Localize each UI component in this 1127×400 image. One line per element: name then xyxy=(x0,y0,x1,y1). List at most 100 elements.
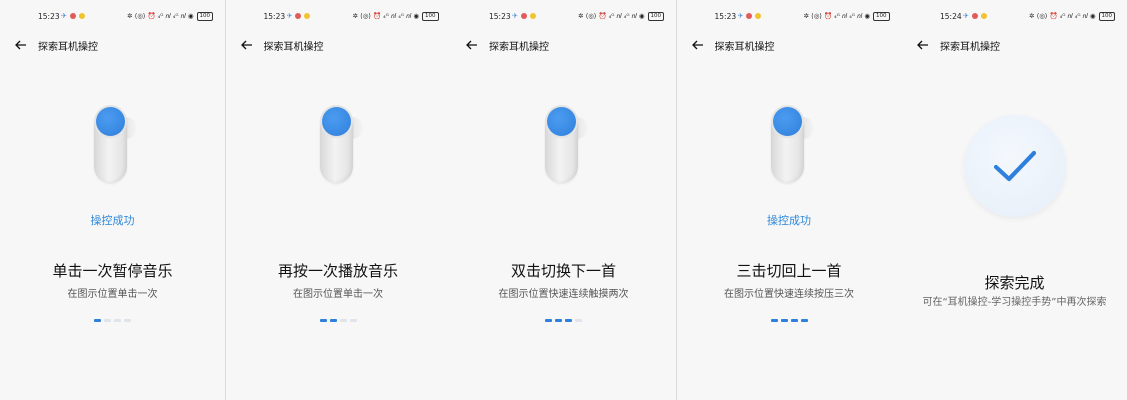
progress-step xyxy=(339,319,347,322)
page-title: 探索耳机操控 xyxy=(38,41,98,53)
back-button[interactable] xyxy=(689,36,707,54)
notification-dot-icon xyxy=(304,13,311,19)
notification-icons: ✈ xyxy=(287,12,311,20)
notification-dot-icon xyxy=(295,13,302,19)
progress-step xyxy=(349,319,357,322)
earbud-illustration xyxy=(88,103,140,183)
page-title: 探索耳机操控 xyxy=(714,41,775,53)
notification-dot-icon xyxy=(69,13,76,19)
page-title: 探索耳机操控 xyxy=(489,41,549,53)
screen-3: 15:23 ✈ ✲ ⟨◎⟩ ⏰ ₄ᴳ 𝑛𝑙 ₄ᴳ 𝑛𝑙 ◉ 100 探索耳机操控… xyxy=(451,0,676,400)
status-bar: 15:24 ✈ ✲ ⟨◎⟩ ⏰ ₄ᴳ 𝑛𝑙 ₄ᴳ 𝑛𝑙 ◉ 100 xyxy=(902,11,1127,23)
flight-icon: ✈ xyxy=(286,12,293,20)
notification-dot-icon xyxy=(980,13,987,19)
instruction-title: 双击切换下一首 xyxy=(510,262,616,280)
notification-icons: ✈ xyxy=(512,12,536,20)
touch-area-indicator[interactable] xyxy=(321,107,351,136)
progress-step xyxy=(575,319,582,322)
status-bar: 15:23 ✈ ✲ ⟨◎⟩ ⏰ ₄ᴳ 𝑛𝑙 ₄ᴳ 𝑛𝑙 ◉ 100 xyxy=(677,11,902,23)
header: 探索耳机操控 xyxy=(12,36,98,54)
flight-icon: ✈ xyxy=(963,12,969,20)
instruction-title: 三击切回上一首 xyxy=(736,262,842,280)
battery-icon: 100 xyxy=(196,12,213,21)
notification-dot-icon xyxy=(78,13,85,19)
notification-dot-icon xyxy=(755,13,762,19)
page-title: 探索耳机操控 xyxy=(263,41,324,53)
progress-step xyxy=(319,319,327,322)
back-button[interactable] xyxy=(914,36,932,54)
notification-dot-icon xyxy=(746,13,753,19)
progress-step xyxy=(329,319,337,322)
battery-icon: 100 xyxy=(647,12,664,21)
progress-indicator xyxy=(677,319,902,322)
back-arrow-icon xyxy=(466,40,477,50)
back-button[interactable] xyxy=(463,36,481,54)
progress-step xyxy=(770,319,778,322)
back-arrow-icon xyxy=(15,40,26,50)
status-time: 15:23 xyxy=(38,12,60,21)
success-text: 操控成功 xyxy=(767,214,811,227)
system-icons: ✲ ⟨◎⟩ ⏰ ₄ᴳ 𝑛𝑙 ₄ᴳ 𝑛𝑙 ◉ xyxy=(803,12,870,20)
status-time: 15:23 xyxy=(263,12,286,21)
flight-icon: ✈ xyxy=(512,12,518,20)
progress-step xyxy=(124,319,131,322)
back-button[interactable] xyxy=(12,36,30,54)
instruction-subtitle: 在图示位置快速连续触摸两次 xyxy=(498,289,629,300)
flight-icon: ✈ xyxy=(61,12,67,20)
progress-step xyxy=(114,319,121,322)
earbud-illustration xyxy=(765,103,817,183)
instruction-title: 再按一次播放音乐 xyxy=(277,262,398,280)
instruction-subtitle: 在图示位置单击一次 xyxy=(67,289,158,300)
checkmark-icon xyxy=(993,150,1037,182)
battery-icon: 100 xyxy=(1098,12,1115,21)
header: 探索耳机操控 xyxy=(689,36,775,54)
status-right-icons: ✲ ⟨◎⟩ ⏰ ₄ᴳ 𝑛𝑙 ₄ᴳ 𝑛𝑙 ◉ 100 xyxy=(353,12,439,21)
status-bar: 15:23 ✈ ✲ ⟨◎⟩ ⏰ ₄ᴳ 𝑛𝑙 ₄ᴳ 𝑛𝑙 ◉ 100 xyxy=(451,11,676,23)
status-time: 15:23 xyxy=(714,12,737,21)
instruction-subtitle: 在图示位置单击一次 xyxy=(293,289,383,300)
back-arrow-icon xyxy=(240,40,252,50)
status-right-icons: ✲ ⟨◎⟩ ⏰ ₄ᴳ 𝑛𝑙 ₄ᴳ 𝑛𝑙 ◉ 100 xyxy=(127,12,213,21)
status-bar: 15:23 ✈ ✲ ⟨◎⟩ ⏰ ₄ᴳ 𝑛𝑙 ₄ᴳ 𝑛𝑙 ◉ 100 xyxy=(0,11,225,23)
system-icons: ✲ ⟨◎⟩ ⏰ ₄ᴳ 𝑛𝑙 ₄ᴳ 𝑛𝑙 ◉ xyxy=(578,12,645,20)
system-icons: ✲ ⟨◎⟩ ⏰ ₄ᴳ 𝑛𝑙 ₄ᴳ 𝑛𝑙 ◉ xyxy=(352,12,419,20)
progress-step xyxy=(780,319,788,322)
progress-indicator xyxy=(451,319,676,322)
notification-dot-icon xyxy=(520,13,527,19)
back-arrow-icon xyxy=(917,40,928,50)
completion-subtitle: 可在“耳机操控-学习操控手势”中再次探索 xyxy=(922,297,1107,308)
progress-indicator xyxy=(226,319,451,322)
screen-1: 15:23 ✈ ✲ ⟨◎⟩ ⏰ ₄ᴳ 𝑛𝑙 ₄ᴳ 𝑛𝑙 ◉ 100 探索耳机操控… xyxy=(0,0,225,400)
progress-step xyxy=(104,319,111,322)
system-icons: ✲ ⟨◎⟩ ⏰ ₄ᴳ 𝑛𝑙 ₄ᴳ 𝑛𝑙 ◉ xyxy=(127,12,194,20)
status-time: 15:24 xyxy=(940,12,962,21)
status-right-icons: ✲ ⟨◎⟩ ⏰ ₄ᴳ 𝑛𝑙 ₄ᴳ 𝑛𝑙 ◉ 100 xyxy=(1029,12,1115,21)
touch-area-indicator[interactable] xyxy=(96,107,125,136)
status-right-icons: ✲ ⟨◎⟩ ⏰ ₄ᴳ 𝑛𝑙 ₄ᴳ 𝑛𝑙 ◉ 100 xyxy=(578,12,664,21)
instruction-title: 单击一次暂停音乐 xyxy=(52,262,173,280)
progress-step xyxy=(800,319,808,322)
progress-step xyxy=(565,319,572,322)
page-title: 探索耳机操控 xyxy=(940,41,1000,53)
status-right-icons: ✲ ⟨◎⟩ ⏰ ₄ᴳ 𝑛𝑙 ₄ᴳ 𝑛𝑙 ◉ 100 xyxy=(804,12,890,21)
back-button[interactable] xyxy=(238,36,256,54)
battery-icon: 100 xyxy=(873,12,890,21)
notification-icons: ✈ xyxy=(963,12,987,20)
notification-dot-icon xyxy=(971,13,978,19)
touch-area-indicator[interactable] xyxy=(547,107,576,136)
notification-dot-icon xyxy=(529,13,536,19)
header: 探索耳机操控 xyxy=(463,36,549,54)
screen-5: 15:24 ✈ ✲ ⟨◎⟩ ⏰ ₄ᴳ 𝑛𝑙 ₄ᴳ 𝑛𝑙 ◉ 100 探索耳机操控… xyxy=(902,0,1127,400)
notification-icons: ✈ xyxy=(61,12,85,20)
header: 探索耳机操控 xyxy=(914,36,1000,54)
screen-4: 15:23 ✈ ✲ ⟨◎⟩ ⏰ ₄ᴳ 𝑛𝑙 ₄ᴳ 𝑛𝑙 ◉ 100 探索耳机操控… xyxy=(676,0,902,400)
back-arrow-icon xyxy=(691,40,703,50)
earbud-illustration xyxy=(539,103,591,183)
success-text: 操控成功 xyxy=(90,214,135,227)
progress-step xyxy=(94,319,101,322)
instruction-subtitle: 在图示位置快速连续按压三次 xyxy=(724,289,854,300)
touch-area-indicator[interactable] xyxy=(772,107,802,136)
battery-icon: 100 xyxy=(422,12,439,21)
completion-title: 探索完成 xyxy=(984,274,1045,292)
header: 探索耳机操控 xyxy=(238,36,324,54)
